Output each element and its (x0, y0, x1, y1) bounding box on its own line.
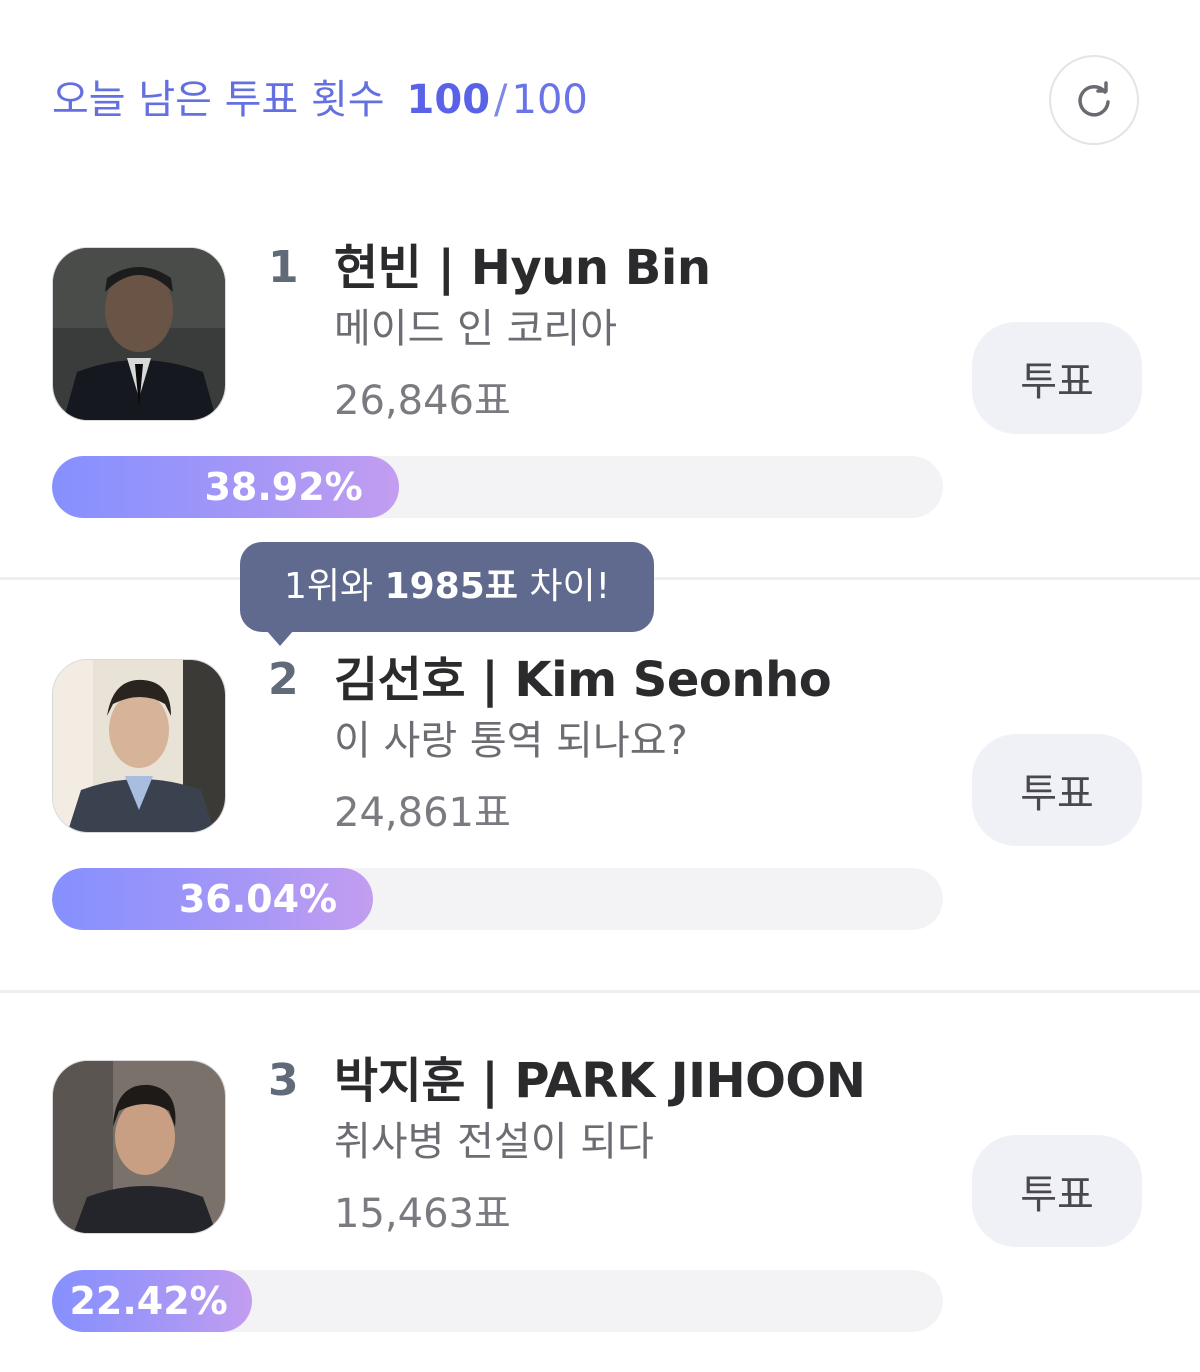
candidate-3-progress-track: 22.42% (52, 1270, 943, 1332)
gap-tooltip-votes: 1985표 (384, 566, 518, 607)
remaining-votes-label: 오늘 남은 투표 횟수 (52, 77, 385, 123)
candidate-1-rank: 1 (268, 242, 299, 293)
gap-tooltip-prefix: 1위와 (283, 566, 385, 607)
candidate-2-title: 이 사랑 통역 되나요? (334, 718, 688, 764)
candidate-2-avatar (52, 659, 226, 833)
candidate-3-rank: 3 (268, 1055, 299, 1106)
candidate-1-progress-track: 38.92% (52, 456, 943, 518)
candidate-3-name: 박지훈 | PARK JIHOON (334, 1053, 866, 1109)
candidate-1-votes: 26,846표 (334, 378, 511, 424)
candidate-2-rank: 2 (268, 654, 299, 705)
candidate-1-name: 현빈 | Hyun Bin (334, 240, 711, 296)
candidate-3-percent: 22.42% (69, 1279, 228, 1323)
candidate-1-avatar (52, 247, 226, 421)
remaining-votes-separator: / (494, 77, 508, 123)
candidate-2-percent: 36.04% (178, 877, 338, 921)
divider (0, 990, 1200, 993)
vote-button-1[interactable]: 투표 (972, 322, 1142, 434)
candidate-1-title: 메이드 인 코리아 (334, 306, 618, 352)
refresh-icon (1078, 81, 1110, 117)
vote-header: 오늘 남은 투표 횟수 100/100 (0, 0, 1200, 200)
candidate-3-votes: 15,463표 (334, 1191, 511, 1237)
remaining-votes-text: 오늘 남은 투표 횟수 100/100 (52, 72, 588, 128)
refresh-button[interactable] (1049, 55, 1139, 145)
candidate-2-progress-fill: 36.04% (52, 868, 374, 930)
vote-button-3[interactable]: 투표 (972, 1135, 1142, 1247)
remaining-votes-count: 100 (406, 77, 491, 123)
candidate-2-votes: 24,861표 (334, 790, 511, 836)
total-votes-count: 100 (511, 77, 588, 123)
candidate-3-progress-fill: 22.42% (52, 1270, 252, 1332)
gap-tooltip-tail (266, 630, 294, 646)
candidate-1-percent: 38.92% (204, 465, 363, 509)
gap-tooltip-suffix: 차이! (517, 566, 611, 607)
candidate-3-title: 취사병 전설이 되다 (334, 1119, 654, 1165)
candidate-1-progress-fill: 38.92% (52, 456, 399, 518)
vote-button-2[interactable]: 투표 (972, 734, 1142, 846)
candidate-2-name: 김선호 | Kim Seonho (334, 652, 832, 708)
candidate-2-progress-track: 36.04% (52, 868, 943, 930)
gap-tooltip: 1위와 1985표 차이! (240, 542, 654, 632)
candidate-3-avatar (52, 1060, 226, 1234)
